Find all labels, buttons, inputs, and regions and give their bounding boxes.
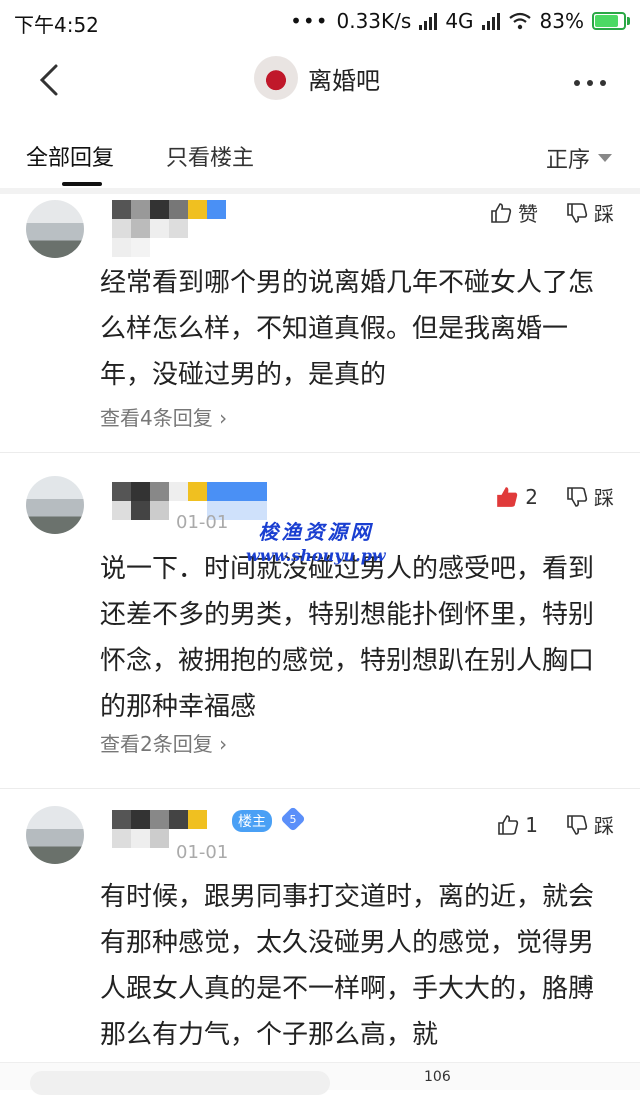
status-time: 下午4:52 [14, 13, 99, 37]
like-button[interactable]: 1 [497, 813, 538, 837]
like-button[interactable]: 2 [495, 485, 538, 509]
thumb-down-icon [567, 202, 588, 223]
dropdown-arrow-icon [598, 154, 612, 162]
watermark-line2: www.shouyu.pw [246, 546, 386, 565]
reply-tabs: 全部回复 只看楼主 正序 [0, 120, 640, 192]
dislike-button[interactable]: 踩 [566, 482, 614, 511]
post-separator [0, 788, 640, 789]
tab-all-replies[interactable]: 全部回复 [26, 140, 114, 172]
net-speed: 0.33K/s [336, 9, 412, 33]
like-count: 2 [525, 484, 538, 509]
wifi-icon [508, 12, 531, 30]
thumb-down-icon [567, 486, 588, 507]
reply-post: 01-01 2 踩 说一下．时间就没碰过男人的感受吧，看到还差不多的男类，特别想… [0, 460, 640, 790]
op-badge: 楼主 [232, 810, 272, 832]
thumb-up-icon [498, 814, 519, 835]
sort-dropdown[interactable]: 正序 [546, 142, 612, 174]
dislike-button[interactable]: 踩 [566, 198, 614, 227]
level-badge: 5 [280, 806, 306, 832]
reply-input[interactable] [30, 1071, 330, 1095]
forum-name: 离婚吧 [308, 66, 380, 95]
post-separator [0, 452, 640, 453]
forum-logo [254, 56, 298, 100]
dislike-label: 踩 [594, 486, 614, 510]
forum-header[interactable]: 离婚吧 [254, 56, 380, 100]
avatar[interactable] [26, 806, 84, 864]
post-date: 01-01 [176, 512, 229, 533]
blurred-username[interactable] [112, 200, 226, 257]
view-replies-link[interactable]: 查看4条回复 › [100, 402, 227, 431]
more-dots-icon: ••• [290, 9, 329, 33]
signal-icon [419, 12, 438, 30]
chevron-right-icon: › [219, 732, 228, 756]
view-replies-label: 查看2条回复 [100, 732, 213, 756]
like-count: 1 [525, 812, 538, 837]
level-number: 5 [289, 812, 297, 826]
dislike-button[interactable]: 踩 [566, 810, 614, 839]
watermark-line1: 梭渔资源网 [258, 520, 374, 544]
post-content: 有时候，跟男同事打交道时，离的近，就会有那种感觉，太久没碰男人的感觉，觉得男人跟… [100, 882, 595, 1050]
avatar[interactable] [26, 200, 84, 258]
active-tab-underline [62, 182, 102, 186]
bottom-bar: 106 [0, 1062, 640, 1095]
chevron-right-icon: › [219, 406, 228, 430]
view-replies-label: 查看4条回复 [100, 406, 213, 430]
nav-bar: 离婚吧 [0, 44, 640, 120]
signal-2-icon [481, 12, 500, 30]
post-actions: 1 踩 [497, 810, 614, 839]
thumb-down-icon [567, 814, 588, 835]
back-icon[interactable] [36, 62, 66, 98]
avatar[interactable] [26, 476, 84, 534]
status-icons: ••• 0.33K/s 4G 83% [290, 9, 630, 33]
post-actions: 2 踩 [495, 482, 614, 511]
reply-post: 楼主 5 01-01 1 踩 有时候，跟男同事打交道时，离的近，就会有那种感觉，… [0, 796, 640, 1062]
bottom-count: 106 [424, 1069, 451, 1085]
post-content: 说一下．时间就没碰过男人的感受吧，看到还差不多的男类，特别想能扑倒怀里，特别怀念… [100, 554, 595, 722]
network-type: 4G [445, 9, 474, 33]
thumb-up-icon [491, 202, 512, 223]
sort-label: 正序 [545, 148, 590, 173]
status-bar: 下午4:52 ••• 0.33K/s 4G 83% [0, 0, 640, 44]
battery-percent: 83% [539, 9, 584, 33]
view-replies-link[interactable]: 查看2条回复 › [100, 728, 227, 757]
site-watermark: 梭渔资源网 www.shouyu.pw [246, 520, 386, 568]
post-date: 01-01 [176, 842, 229, 863]
like-label: 赞 [518, 202, 538, 226]
post-content: 经常看到哪个男的说离婚几年不碰女人了怎么样怎么样，不知道真假。但是我离婚一年，没… [100, 268, 595, 390]
battery-icon [592, 12, 630, 30]
dislike-label: 踩 [594, 814, 614, 838]
tab-op-only[interactable]: 只看楼主 [166, 140, 254, 172]
like-button[interactable]: 赞 [490, 198, 538, 227]
post-actions: 赞 踩 [490, 198, 614, 227]
reply-post: 赞 踩 经常看到哪个男的说离婚几年不碰女人了怎么样怎么样，不知道真假。但是我离婚… [0, 194, 640, 454]
more-options-icon[interactable] [574, 80, 606, 86]
dislike-label: 踩 [594, 202, 614, 226]
thumb-up-filled-icon [497, 486, 518, 507]
